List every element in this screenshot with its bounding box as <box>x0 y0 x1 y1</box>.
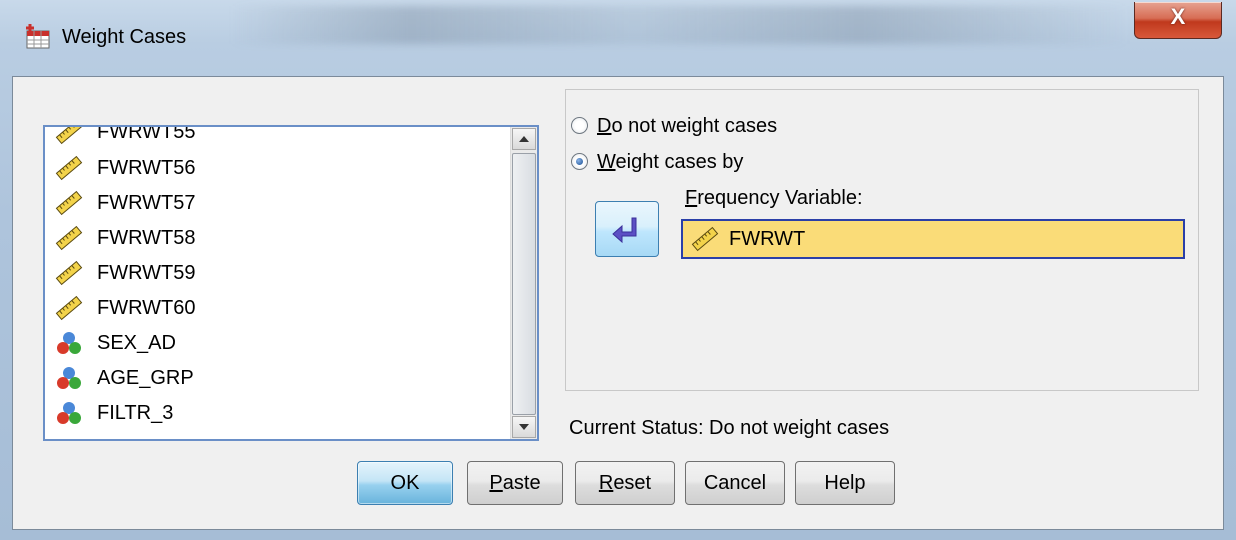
list-item[interactable]: SEX_AD <box>55 326 515 360</box>
scroll-down-button[interactable] <box>512 416 536 438</box>
frequency-variable-value: FWRWT <box>729 228 806 250</box>
frequency-variable-label: Frequency Variable: <box>685 187 863 209</box>
ok-button[interactable]: OK <box>357 461 453 505</box>
variable-list[interactable]: FWRWT55 FWRWT56 FWRWT57 FWRWT58 FWRWT59 … <box>43 125 539 441</box>
list-item[interactable]: FWRWT58 <box>55 221 515 255</box>
scale-ruler-icon <box>55 190 83 216</box>
variable-name: SEX_AD <box>97 332 176 354</box>
scale-ruler-icon <box>691 226 719 252</box>
scroll-up-button[interactable] <box>512 128 536 150</box>
list-item[interactable]: FWRWT60 <box>55 291 515 325</box>
variable-name: FWRWT58 <box>97 227 196 249</box>
paste-button[interactable]: Paste <box>467 461 563 505</box>
move-variable-button[interactable] <box>595 201 659 257</box>
nominal-balls-icon <box>57 332 81 354</box>
scale-ruler-icon <box>55 155 83 181</box>
list-item[interactable]: FILTR_3 <box>55 396 515 430</box>
frequency-variable-field[interactable]: FWRWT <box>681 219 1185 259</box>
list-item[interactable]: AGE_GRP <box>55 361 515 395</box>
arrow-down-icon <box>519 424 529 430</box>
list-item[interactable]: FWRWT59 <box>55 256 515 290</box>
scale-ruler-icon <box>55 127 83 145</box>
nominal-balls-icon <box>57 367 81 389</box>
scale-ruler-icon <box>55 225 83 251</box>
scale-ruler-icon <box>55 260 83 286</box>
scale-ruler-icon <box>55 295 83 321</box>
cancel-button[interactable]: Cancel <box>685 461 785 505</box>
dialog-body: FWRWT55 FWRWT56 FWRWT57 FWRWT58 FWRWT59 … <box>12 76 1224 530</box>
title-bar: Weight Cases X <box>0 0 1236 76</box>
radio-indicator[interactable] <box>571 153 588 170</box>
variable-name: FWRWT59 <box>97 262 196 284</box>
help-button[interactable]: Help <box>795 461 895 505</box>
radio-label: Weight cases by <box>597 151 744 173</box>
close-button[interactable]: X <box>1134 2 1222 39</box>
current-status: Current Status: Do not weight cases <box>569 417 890 439</box>
variable-name: FWRWT60 <box>97 297 196 319</box>
list-item[interactable]: FWRWT56 <box>55 151 515 185</box>
weight-cases-icon <box>26 24 50 49</box>
radio-indicator[interactable] <box>571 117 588 134</box>
nominal-balls-icon <box>57 402 81 424</box>
radio-label: Do not weight cases <box>597 115 778 137</box>
scroll-thumb[interactable] <box>512 153 536 415</box>
move-arrow-icon <box>612 217 637 244</box>
window-title: Weight Cases <box>62 26 187 48</box>
vertical-scrollbar[interactable] <box>510 127 537 439</box>
variable-name: FWRWT56 <box>97 157 196 179</box>
variable-name: AGE_GRP <box>97 367 194 389</box>
variable-name: FWRWT57 <box>97 192 196 214</box>
list-item[interactable]: FWRWT57 <box>55 186 515 220</box>
reset-button[interactable]: Reset <box>575 461 675 505</box>
variable-name: FILTR_3 <box>97 402 174 424</box>
close-icon: X <box>1170 4 1186 29</box>
arrow-up-icon <box>519 136 529 142</box>
list-item[interactable]: FWRWT55 <box>55 125 515 149</box>
variable-name: FWRWT55 <box>97 125 196 143</box>
